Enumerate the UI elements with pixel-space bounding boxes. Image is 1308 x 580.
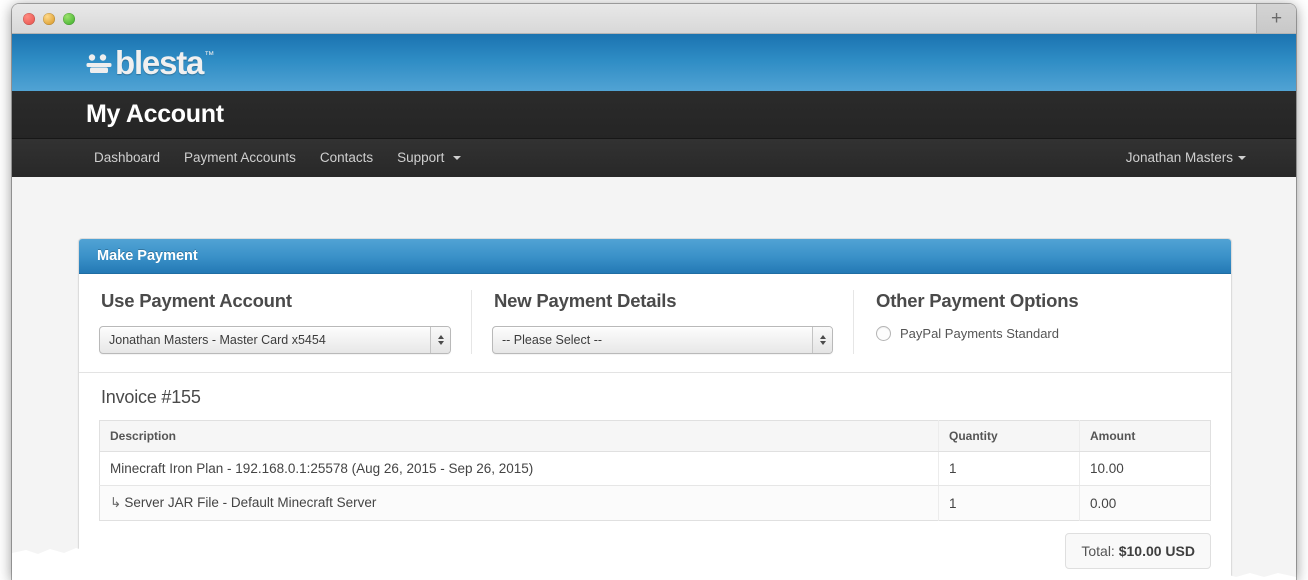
user-menu[interactable]: Jonathan Masters: [1126, 139, 1246, 177]
invoice-section: Invoice #155 Description Quantity Amount: [79, 373, 1231, 580]
invoice-table-body: Minecraft Iron Plan - 192.168.0.1:25578 …: [100, 452, 1211, 521]
minimize-window-button[interactable]: [43, 13, 55, 25]
site-header: blesta ™: [12, 34, 1296, 91]
table-row: ↳Server JAR File - Default Minecraft Ser…: [100, 486, 1211, 521]
nav-links: Dashboard Payment Accounts Contacts Supp…: [82, 139, 473, 177]
total-value: $10.00 USD: [1119, 543, 1195, 559]
cell-description: ↳Server JAR File - Default Minecraft Ser…: [100, 486, 939, 521]
paypal-option-label: PayPal Payments Standard: [900, 326, 1059, 341]
nav-item-label: Dashboard: [94, 150, 160, 165]
maximize-window-button[interactable]: [63, 13, 75, 25]
blesta-wordmark: blesta: [115, 44, 203, 82]
make-payment-panel: Make Payment Use Payment Account Jonatha…: [78, 238, 1232, 580]
sub-item-arrow-icon: ↳: [110, 495, 121, 510]
table-header-row: Description Quantity Amount: [100, 421, 1211, 452]
cell-description: Minecraft Iron Plan - 192.168.0.1:25578 …: [100, 452, 939, 486]
section-heading: Other Payment Options: [876, 290, 1211, 312]
paypal-option-row[interactable]: PayPal Payments Standard: [876, 326, 1211, 341]
column-header-quantity: Quantity: [939, 421, 1080, 452]
column-header-amount: Amount: [1080, 421, 1211, 452]
select-stepper-icon: [430, 327, 450, 353]
cell-quantity: 1: [939, 486, 1080, 521]
nav-item-payment-accounts[interactable]: Payment Accounts: [172, 139, 308, 177]
page-viewport: blesta ™ My Account Dashboard Payment Ac…: [12, 34, 1296, 580]
table-row: Minecraft Iron Plan - 192.168.0.1:25578 …: [100, 452, 1211, 486]
new-payment-type-select-value: -- Please Select --: [493, 333, 602, 347]
invoice-total-badge: Total: $10.00 USD: [1065, 533, 1211, 569]
nav-item-label: Contacts: [320, 150, 373, 165]
new-payment-details-section: New Payment Details -- Please Select --: [471, 290, 853, 354]
cell-description-text: Server JAR File - Default Minecraft Serv…: [124, 495, 376, 510]
radio-button-icon[interactable]: [876, 326, 891, 341]
invoice-title: Invoice #155: [101, 387, 1211, 408]
invoice-table: Description Quantity Amount Minecraft Ir…: [99, 420, 1211, 521]
nav-item-label: Payment Accounts: [184, 150, 296, 165]
browser-titlebar: +: [12, 4, 1296, 34]
chevron-down-icon: [453, 156, 461, 160]
cell-quantity: 1: [939, 452, 1080, 486]
close-window-button[interactable]: [23, 13, 35, 25]
panel-title: Make Payment: [97, 248, 198, 264]
trademark-symbol: ™: [204, 50, 214, 61]
total-label: Total:: [1081, 543, 1118, 559]
other-payment-options-section: Other Payment Options PayPal Payments St…: [853, 290, 1231, 354]
panel-header: Make Payment: [79, 239, 1231, 274]
nav-item-support[interactable]: Support: [385, 139, 473, 177]
page-content: Make Payment Use Payment Account Jonatha…: [12, 177, 1296, 580]
chevron-down-icon: [1238, 156, 1246, 160]
main-navbar: Dashboard Payment Accounts Contacts Supp…: [12, 139, 1296, 177]
blesta-logo[interactable]: blesta ™: [86, 44, 214, 82]
plus-icon: +: [1271, 9, 1282, 28]
column-header-description: Description: [100, 421, 939, 452]
page-title: My Account: [86, 100, 224, 129]
cell-amount: 0.00: [1080, 486, 1211, 521]
nav-item-contacts[interactable]: Contacts: [308, 139, 385, 177]
section-heading: New Payment Details: [494, 290, 833, 312]
page-title-band: My Account: [12, 91, 1296, 139]
new-payment-type-select[interactable]: -- Please Select --: [492, 326, 833, 354]
blesta-mark-icon: [86, 54, 112, 79]
nav-item-dashboard[interactable]: Dashboard: [82, 139, 172, 177]
nav-item-label: Support: [397, 150, 444, 165]
new-tab-button[interactable]: +: [1256, 4, 1296, 33]
cell-amount: 10.00: [1080, 452, 1211, 486]
window-controls: [23, 13, 75, 25]
payment-options-columns: Use Payment Account Jonathan Masters - M…: [79, 274, 1231, 373]
payment-account-select[interactable]: Jonathan Masters - Master Card x5454: [99, 326, 451, 354]
use-payment-account-section: Use Payment Account Jonathan Masters - M…: [79, 290, 471, 354]
browser-window: + blesta ™ My Account: [12, 4, 1296, 580]
user-menu-label: Jonathan Masters: [1126, 139, 1233, 177]
invoice-total-row: Total: $10.00 USD: [99, 533, 1211, 569]
invoice-table-head: Description Quantity Amount: [100, 421, 1211, 452]
payment-account-select-value: Jonathan Masters - Master Card x5454: [100, 333, 326, 347]
select-stepper-icon: [812, 327, 832, 353]
section-heading: Use Payment Account: [101, 290, 451, 312]
